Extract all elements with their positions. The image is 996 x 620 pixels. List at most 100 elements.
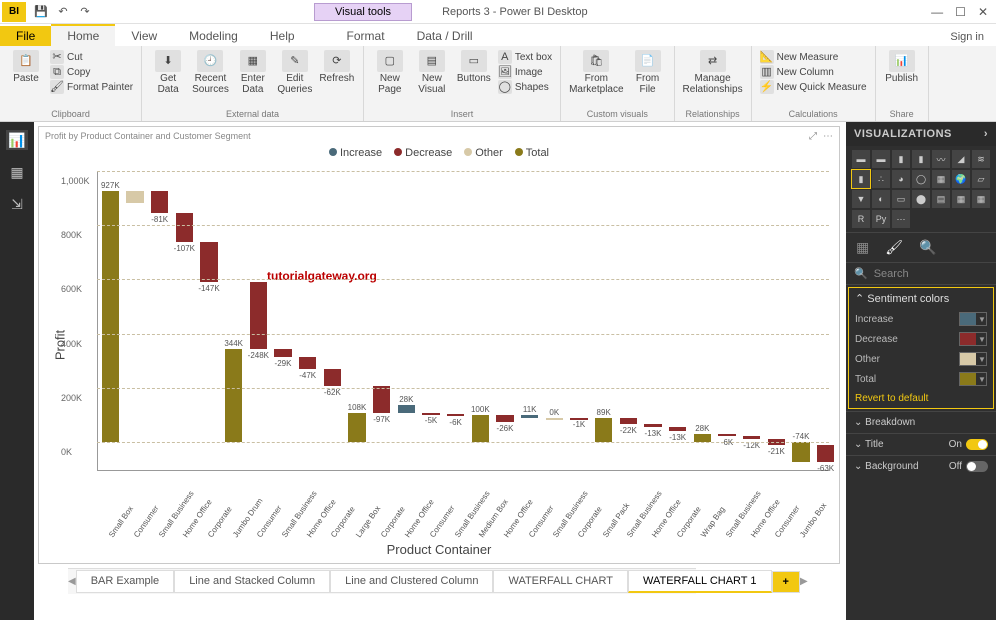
tab-file[interactable]: File — [0, 26, 51, 46]
viz-clustered-column[interactable]: ▮ — [912, 150, 930, 168]
decrease-color-picker[interactable]: ▼ — [959, 332, 987, 346]
viz-funnel[interactable]: ▼ — [852, 190, 870, 208]
bar-decrease[interactable] — [669, 427, 686, 431]
other-color-picker[interactable]: ▼ — [959, 352, 987, 366]
tab-data-drill[interactable]: Data / Drill — [401, 26, 489, 46]
page-prev[interactable]: ◀ — [68, 576, 76, 587]
model-view-icon[interactable]: ⇲ — [6, 194, 28, 214]
focus-mode-icon[interactable]: ⤢ — [809, 131, 817, 142]
page-tab[interactable]: WATERFALL CHART 1 — [628, 570, 772, 593]
more-options-icon[interactable]: ⋯ — [823, 131, 833, 142]
bar-decrease[interactable] — [620, 418, 637, 424]
page-tab[interactable]: Line and Clustered Column — [330, 570, 493, 593]
from-marketplace-button[interactable]: 🛍From Marketplace — [569, 50, 623, 95]
manage-relationships-button[interactable]: ⇄Manage Relationships — [683, 50, 743, 95]
search-placeholder[interactable]: Search — [874, 268, 909, 280]
bar-total[interactable] — [348, 413, 365, 442]
background-toggle[interactable] — [966, 461, 988, 472]
viz-kpi[interactable]: ⬤ — [912, 190, 930, 208]
paste-button[interactable]: 📋Paste — [8, 50, 44, 84]
bar-decrease[interactable] — [200, 242, 217, 282]
title-toggle[interactable] — [966, 439, 988, 450]
viz-slicer[interactable]: ▤ — [932, 190, 950, 208]
shapes-button[interactable]: ◯Shapes — [498, 80, 552, 94]
viz-stacked-column[interactable]: ▮ — [892, 150, 910, 168]
bar-decrease[interactable] — [250, 282, 267, 349]
report-view-icon[interactable]: 📊 — [6, 130, 28, 150]
analytics-tab-icon[interactable]: 🔍 — [919, 239, 936, 256]
viz-matrix[interactable]: ▦ — [972, 190, 990, 208]
viz-r[interactable]: R — [852, 210, 870, 228]
page-tab[interactable]: WATERFALL CHART — [493, 570, 628, 593]
bar-decrease[interactable] — [324, 369, 341, 386]
bar-total[interactable] — [694, 434, 711, 442]
total-color-picker[interactable]: ▼ — [959, 372, 987, 386]
revert-to-default[interactable]: Revert to default — [855, 393, 987, 404]
viz-map[interactable]: 🌍 — [952, 170, 970, 188]
viz-gauge[interactable]: ◐ — [872, 190, 890, 208]
save-icon[interactable]: 💾 — [32, 3, 50, 21]
bar-decrease[interactable] — [151, 191, 168, 213]
enter-data-button[interactable]: ▦Enter Data — [235, 50, 271, 95]
bar-decrease[interactable] — [743, 436, 760, 439]
get-data-button[interactable]: ⬇Get Data — [150, 50, 186, 95]
publish-button[interactable]: 📊Publish — [884, 50, 920, 84]
bar-decrease[interactable] — [447, 414, 464, 416]
bar-increase[interactable] — [398, 405, 415, 413]
bar-increase[interactable] — [521, 415, 538, 418]
new-column-button[interactable]: ▥New Column — [760, 65, 867, 79]
buttons-button[interactable]: ▭Buttons — [456, 50, 492, 84]
bar-other[interactable] — [546, 418, 563, 420]
fields-tab-icon[interactable]: ▦ — [856, 239, 869, 256]
format-tab-icon[interactable]: 🖌 — [885, 239, 903, 256]
bar-decrease[interactable] — [274, 349, 291, 357]
bar-decrease[interactable] — [644, 424, 661, 428]
refresh-button[interactable]: ⟳Refresh — [319, 50, 355, 84]
bar-decrease[interactable] — [299, 357, 316, 370]
bar-total[interactable] — [792, 442, 809, 462]
viz-donut[interactable]: ◯ — [912, 170, 930, 188]
viz-pie[interactable]: ◕ — [892, 170, 910, 188]
viz-stacked-bar[interactable]: ▬ — [852, 150, 870, 168]
viz-waterfall[interactable]: ▮ — [852, 170, 870, 188]
data-view-icon[interactable]: ▦ — [6, 162, 28, 182]
image-button[interactable]: 🖼Image — [498, 65, 552, 79]
viz-treemap[interactable]: ▦ — [932, 170, 950, 188]
viz-more[interactable]: ⋯ — [892, 210, 910, 228]
minimize-button[interactable]: — — [931, 5, 943, 19]
bar-total[interactable] — [472, 415, 489, 442]
viz-py[interactable]: Py — [872, 210, 890, 228]
bar-other[interactable] — [126, 191, 143, 204]
viz-line[interactable]: 〰 — [932, 150, 950, 168]
bar-decrease[interactable] — [817, 445, 834, 462]
new-visual-button[interactable]: ▤New Visual — [414, 50, 450, 95]
increase-color-picker[interactable]: ▼ — [959, 312, 987, 326]
from-file-button[interactable]: 📄From File — [630, 50, 666, 95]
viz-scatter[interactable]: ∴ — [872, 170, 890, 188]
add-page-button[interactable]: + — [772, 571, 800, 593]
viz-area[interactable]: ◢ — [952, 150, 970, 168]
bar-decrease[interactable] — [373, 386, 390, 412]
cut-button[interactable]: ✂Cut — [50, 50, 133, 64]
sign-in-link[interactable]: Sign in — [938, 28, 996, 46]
bar-decrease[interactable] — [496, 415, 513, 422]
format-painter-button[interactable]: 🖌Format Painter — [50, 80, 133, 94]
bar-total[interactable] — [595, 418, 612, 442]
bar-decrease[interactable] — [176, 213, 193, 242]
viz-clustered-bar[interactable]: ▬ — [872, 150, 890, 168]
text-box-button[interactable]: AText box — [498, 50, 552, 64]
viz-ribbon[interactable]: ≋ — [972, 150, 990, 168]
viz-table[interactable]: ▦ — [952, 190, 970, 208]
bar-total[interactable] — [102, 191, 119, 442]
new-quick-measure-button[interactable]: ⚡New Quick Measure — [760, 80, 867, 94]
page-next[interactable]: ▶ — [800, 576, 808, 587]
viz-filled-map[interactable]: ▱ — [972, 170, 990, 188]
new-page-button[interactable]: ▢New Page — [372, 50, 408, 95]
tab-view[interactable]: View — [115, 26, 173, 46]
chevron-down-icon[interactable]: ⌃ — [855, 293, 864, 305]
copy-button[interactable]: ⧉Copy — [50, 65, 133, 79]
maximize-button[interactable]: ☐ — [955, 5, 966, 19]
edit-queries-button[interactable]: ✎Edit Queries — [277, 50, 313, 95]
tab-format[interactable]: Format — [331, 26, 401, 46]
redo-icon[interactable]: ↷ — [76, 3, 94, 21]
